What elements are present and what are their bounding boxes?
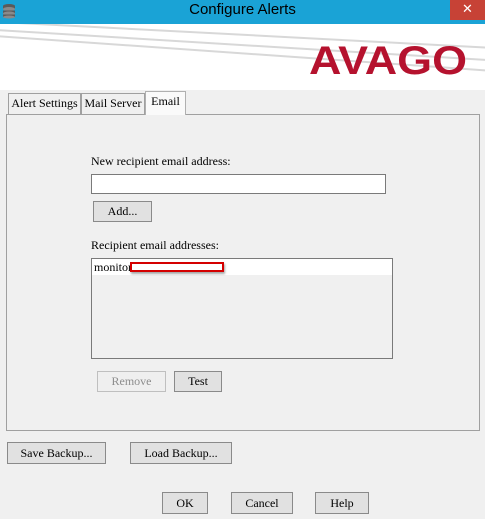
logo-text: AVAGO <box>309 39 467 82</box>
load-backup-button[interactable]: Load Backup... <box>130 442 232 464</box>
new-recipient-label: New recipient email address: <box>91 154 231 168</box>
tab-mail-server[interactable]: Mail Server <box>81 93 145 114</box>
tab-alert-settings[interactable]: Alert Settings <box>8 93 81 114</box>
test-button[interactable]: Test <box>174 371 222 392</box>
recipients-label: Recipient email addresses: <box>91 238 219 252</box>
help-button[interactable]: Help <box>315 492 369 514</box>
cancel-button[interactable]: Cancel <box>231 492 293 514</box>
banner: AVAGO <box>0 24 485 90</box>
redaction-box <box>130 262 224 272</box>
remove-button[interactable]: Remove <box>97 371 166 392</box>
tab-strip: Alert Settings Mail Server Email <box>0 90 485 116</box>
tab-label: Mail Server <box>84 96 142 110</box>
title-bar: Configure Alerts ✕ <box>0 0 485 24</box>
new-recipient-input[interactable] <box>91 174 386 194</box>
tab-email[interactable]: Email <box>145 91 186 115</box>
tab-label: Alert Settings <box>11 96 78 110</box>
add-button[interactable]: Add... <box>93 201 152 222</box>
avago-logo: AVAGO <box>309 39 467 82</box>
recipient-email: monitor <box>94 260 132 274</box>
tab-label: Email <box>151 94 180 108</box>
close-icon[interactable]: ✕ <box>450 0 485 20</box>
save-backup-button[interactable]: Save Backup... <box>7 442 106 464</box>
email-tab-panel: New recipient email address: Add... Reci… <box>6 114 480 431</box>
ok-button[interactable]: OK <box>162 492 208 514</box>
recipients-list[interactable]: monitor <box>91 258 393 359</box>
window-title: Configure Alerts <box>189 1 296 18</box>
